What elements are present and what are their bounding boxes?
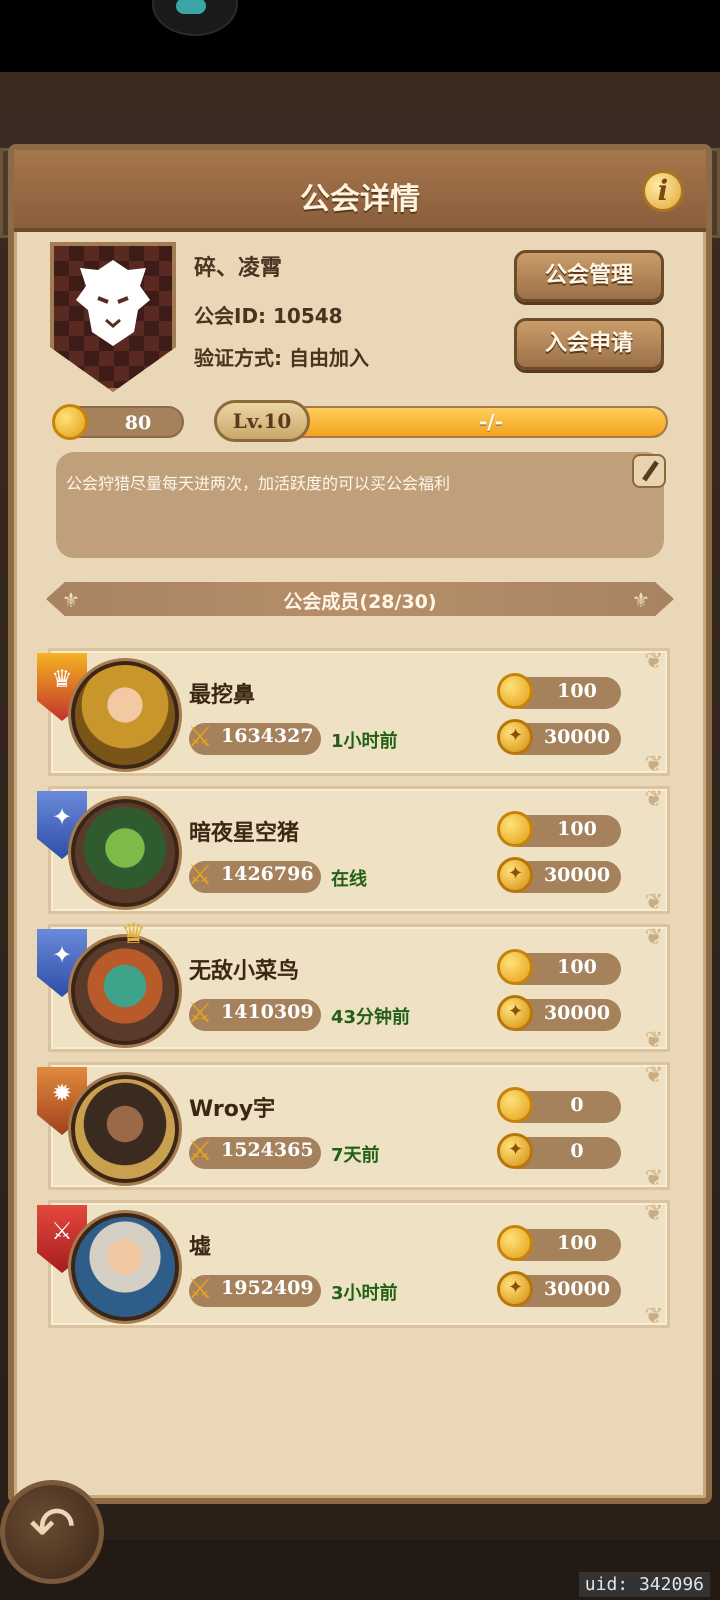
member-name: Wroy宇 [189,1097,276,1122]
eagle-coin-icon [497,1133,533,1169]
member-contribution-stat: 0 [497,1133,621,1169]
eagle-coin-icon [497,857,533,893]
member-card[interactable]: ✦ 暗夜星空猪 ⚔ 1426796 在线 100 30000 [37,786,670,915]
panel-header: 公会详情 i [14,150,706,232]
member-avatar[interactable] [71,1075,179,1183]
guild-join-method: 验证方式: 自由加入 [194,346,369,370]
member-coin-value: 100 [557,818,597,840]
member-card[interactable]: ⚔ 墟 ⚔ 1952409 3小时前 100 30000 [37,1200,670,1328]
member-contribution-value: 30000 [543,1002,611,1024]
member-coin-stat: 100 [497,1225,621,1261]
guild-notice-text: 公会狩猎尽量每天进两次，加活跃度的可以买公会福利 [66,474,451,493]
crossed-swords-icon: ⚔ [187,858,213,891]
eagle-coin-icon [497,719,533,755]
coin-icon [497,1087,533,1123]
edit-notice-icon[interactable] [632,454,666,488]
members-title: 公会成员(28/30) [283,591,437,613]
lion-icon [76,260,150,346]
member-power: 1410309 [221,1001,314,1023]
member-list[interactable]: ♛ 最挖鼻 ⚔ 1634327 1小时前 100 30000 ✦ 暗夜星空猪 ⚔… [14,638,706,1328]
member-name: 墟 [189,1235,212,1260]
eagle-coin-icon [497,995,533,1031]
member-card[interactable]: ♛ 最挖鼻 ⚔ 1634327 1小时前 100 30000 [37,648,670,777]
member-avatar[interactable] [71,1213,179,1321]
member-coin-stat: 100 [497,811,621,847]
guild-coin-counter: 80 [52,404,184,440]
member-contribution-value: 0 [570,1140,584,1162]
member-power: 1952409 [221,1277,314,1299]
coin-icon [52,404,88,440]
member-name: 无敌小菜鸟 [189,959,300,984]
fleur-icon: ⚜ [632,588,650,612]
member-coin-value: 100 [557,1232,597,1254]
guild-coin-value: 80 [124,412,152,434]
page-title: 公会详情 [300,182,420,217]
member-coin-value: 100 [557,680,597,702]
player-avatar[interactable] [152,0,238,36]
member-contribution-stat: 30000 [497,857,621,893]
guild-details-panel: 公会详情 i 碎、凌霄 公会ID: 10548 验证方式: 自由加入 公会管理 … [8,144,712,1504]
join-requests-button[interactable]: 入会申请 [514,318,664,370]
member-contribution-stat: 30000 [497,995,621,1031]
member-last-seen: 在线 [331,869,367,890]
member-card[interactable]: ✦ ♛ 无敌小菜鸟 ⚔ 1410309 43分钟前 100 30000 [37,917,670,1053]
member-contribution-value: 30000 [543,726,611,748]
guild-exp-text: -/- [479,410,503,434]
member-name: 最挖鼻 [189,683,256,708]
member-last-seen: 7天前 [331,1145,380,1166]
member-coin-value: 0 [570,1094,584,1116]
member-avatar[interactable] [71,799,179,907]
member-power: 1634327 [221,725,314,747]
member-card[interactable]: ✹ Wroy宇 ⚔ 1524365 7天前 0 0 [37,1062,670,1191]
member-last-seen: 43分钟前 [331,1007,411,1028]
member-contribution-value: 30000 [543,1278,611,1300]
member-name: 暗夜星空猪 [189,821,300,846]
member-power: 1426796 [221,863,314,885]
guild-manage-button[interactable]: 公会管理 [514,250,664,302]
coin-icon [497,673,533,709]
info-icon[interactable]: i [642,170,684,212]
member-power: 1524365 [221,1139,314,1161]
member-contribution-value: 30000 [543,864,611,886]
crossed-swords-icon: ⚔ [187,996,213,1029]
coin-icon [497,811,533,847]
crossed-swords-icon: ⚔ [187,1134,213,1167]
crossed-swords-icon: ⚔ [187,720,213,753]
eagle-coin-icon [497,1271,533,1307]
crossed-swords-icon: ⚔ [187,1272,213,1305]
member-avatar[interactable] [71,937,179,1045]
guild-id: 公会ID: 10548 [194,304,343,328]
member-coin-stat: 100 [497,673,621,709]
crown-frame-icon: ♛ [121,917,147,950]
status-bar [0,0,720,72]
user-id-label: uid: 342096 [578,1572,710,1597]
coin-icon [497,1225,533,1261]
member-contribution-stat: 30000 [497,1271,621,1307]
coin-icon [497,949,533,985]
guild-notice-box [56,452,664,558]
back-arrow-icon[interactable] [0,1480,104,1584]
member-avatar[interactable] [71,661,179,769]
member-last-seen: 1小时前 [331,731,398,752]
guild-name: 碎、凌霄 [194,256,283,281]
member-last-seen: 3小时前 [331,1283,398,1304]
guild-level-badge: Lv.10 [214,400,310,442]
member-coin-stat: 0 [497,1087,621,1123]
member-coin-value: 100 [557,956,597,978]
member-coin-stat: 100 [497,949,621,985]
member-contribution-stat: 30000 [497,719,621,755]
